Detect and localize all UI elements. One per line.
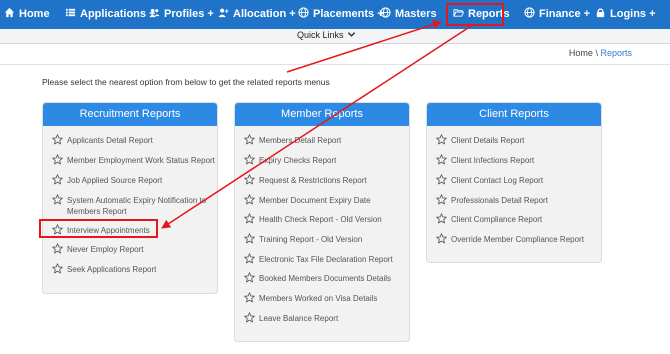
- interview-highlight-box: [39, 219, 158, 238]
- star-outline-icon: [244, 174, 255, 185]
- user-add-icon: [218, 7, 229, 18]
- panel-title: Client Reports: [427, 103, 601, 126]
- chevron-down-icon: [347, 30, 356, 39]
- report-link[interactable]: Electronic Tax File Declaration Report: [244, 253, 408, 265]
- star-outline-icon: [436, 174, 447, 185]
- nav-placements[interactable]: Placements +: [298, 0, 384, 29]
- quick-links-toggle[interactable]: Quick Links: [297, 30, 356, 40]
- star-outline-icon: [52, 263, 63, 274]
- star-outline-icon: [244, 233, 255, 244]
- report-link[interactable]: Job Applied Source Report: [52, 174, 216, 186]
- star-outline-icon: [244, 194, 255, 205]
- star-outline-icon: [244, 213, 255, 224]
- top-navbar: Home Applications + Profiles + Allocatio…: [0, 0, 670, 29]
- star-outline-icon: [52, 243, 63, 254]
- star-outline-icon: [244, 272, 255, 283]
- report-link[interactable]: Client Details Report: [436, 134, 600, 146]
- report-link[interactable]: Training Report - Old Version: [244, 233, 408, 245]
- report-link[interactable]: Leave Balance Report: [244, 312, 408, 324]
- quick-links-bar: Quick Links: [0, 29, 670, 44]
- lock-icon: [595, 7, 606, 18]
- report-link[interactable]: Client Infections Report: [436, 154, 600, 166]
- star-outline-icon: [436, 194, 447, 205]
- star-outline-icon: [436, 134, 447, 145]
- report-link[interactable]: Never Employ Report: [52, 243, 216, 255]
- users-icon: [149, 7, 160, 18]
- star-outline-icon: [244, 253, 255, 264]
- home-icon: [4, 7, 15, 18]
- report-link[interactable]: Professionals Detail Report: [436, 194, 600, 206]
- report-link[interactable]: System Automatic Expiry Notification to …: [52, 194, 212, 217]
- star-outline-icon: [52, 134, 63, 145]
- breadcrumb-current: Reports: [600, 48, 632, 58]
- star-outline-icon: [436, 154, 447, 165]
- globe-icon: [298, 7, 309, 18]
- report-link[interactable]: Booked Members Documents Details: [244, 272, 408, 284]
- globe-icon: [380, 7, 391, 18]
- globe-icon: [524, 7, 535, 18]
- breadcrumb: Home \ Reports: [569, 48, 632, 58]
- star-outline-icon: [436, 233, 447, 244]
- breadcrumb-home[interactable]: Home: [569, 48, 593, 58]
- star-outline-icon: [244, 292, 255, 303]
- report-link[interactable]: Expiry Checks Report: [244, 154, 408, 166]
- star-outline-icon: [52, 174, 63, 185]
- star-outline-icon: [436, 213, 447, 224]
- report-link[interactable]: Applicants Detail Report: [52, 134, 216, 146]
- nav-home[interactable]: Home: [4, 0, 50, 29]
- list-icon: [65, 7, 76, 18]
- reports-highlight-box: [446, 3, 504, 26]
- breadcrumb-separator: \: [595, 48, 598, 58]
- recruitment-reports-panel: Recruitment Reports Applicants Detail Re…: [42, 102, 218, 294]
- report-link[interactable]: Override Member Compliance Report: [436, 233, 600, 245]
- star-outline-icon: [244, 134, 255, 145]
- client-reports-panel: Client Reports Client Details Report Cli…: [426, 102, 602, 263]
- member-reports-panel: Member Reports Members Detail Report Exp…: [234, 102, 410, 342]
- report-link[interactable]: Members Detail Report: [244, 134, 408, 146]
- panel-title: Member Reports: [235, 103, 409, 126]
- panel-title: Recruitment Reports: [43, 103, 217, 126]
- nav-logins[interactable]: Logins +: [595, 0, 656, 29]
- nav-finance[interactable]: Finance +: [524, 0, 590, 29]
- report-link[interactable]: Member Employment Work Status Report: [52, 154, 216, 166]
- report-link[interactable]: Client Compliance Report: [436, 213, 600, 225]
- report-link[interactable]: Seek Applications Report: [52, 263, 216, 275]
- star-outline-icon: [244, 154, 255, 165]
- report-link[interactable]: Member Document Expiry Date: [244, 194, 408, 206]
- nav-allocation[interactable]: Allocation +: [218, 0, 296, 29]
- report-link[interactable]: Request & Restrictions Report: [244, 174, 408, 186]
- intro-text: Please select the nearest option from be…: [42, 77, 330, 87]
- report-link[interactable]: Members Worked on Visa Details: [244, 292, 408, 304]
- nav-profiles[interactable]: Profiles +: [149, 0, 214, 29]
- nav-applications[interactable]: Applications +: [65, 0, 156, 29]
- divider: [0, 64, 670, 65]
- nav-masters[interactable]: Masters: [380, 0, 437, 29]
- report-link[interactable]: Health Check Report - Old Version: [244, 213, 408, 225]
- star-outline-icon: [52, 154, 63, 165]
- report-link[interactable]: Client Contact Log Report: [436, 174, 600, 186]
- star-outline-icon: [52, 194, 63, 205]
- star-outline-icon: [244, 312, 255, 323]
